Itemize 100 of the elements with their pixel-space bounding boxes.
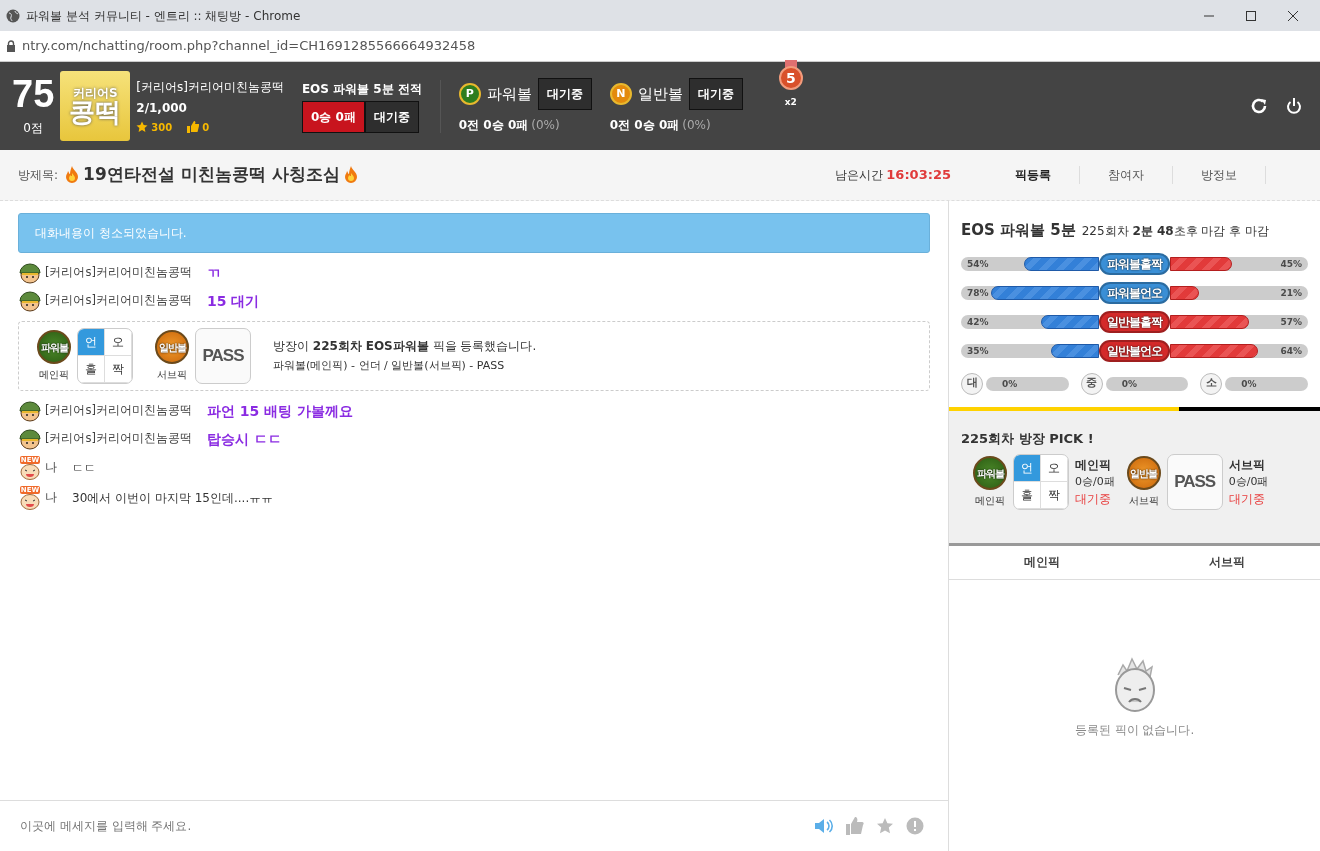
pick-option: 홀 xyxy=(1014,482,1041,509)
soldier-avatar-icon xyxy=(18,262,42,284)
thumbs-up-icon[interactable] xyxy=(846,817,864,835)
remaining-time: 16:03:25 xyxy=(886,166,951,185)
bet-type-label: 파워볼언오 xyxy=(1099,281,1170,304)
face-avatar-icon xyxy=(19,464,41,480)
medal-badge: 5 xyxy=(778,66,803,90)
bet-type-label: 파워볼홀짝 xyxy=(1099,252,1170,275)
member-count: 2/1,000 xyxy=(136,99,188,117)
face-avatar-icon xyxy=(19,494,41,510)
pick-message: 방장이 225회차 EOS파워볼 픽을 등록했습니다. xyxy=(273,338,537,356)
size-reading: 0% xyxy=(1121,377,1137,391)
user-name: [커리어s]커리어미친놈콩떡 xyxy=(45,402,192,420)
pick-label: 메인픽 xyxy=(39,368,69,382)
game-stats: 0전 0승 0패 xyxy=(458,117,529,134)
pick-panel-title: 225회차 방장 PICK ! xyxy=(961,429,1095,448)
user-name: [커리어s]커리어미친놈콩떡 xyxy=(45,430,192,448)
ball-icon: 파워볼 xyxy=(973,456,1007,490)
ratio-reading: 64% xyxy=(1280,344,1302,358)
user-name: 나 xyxy=(45,489,57,507)
p-coin-icon: P xyxy=(458,83,481,105)
bet-type-label: 일반볼언오 xyxy=(1099,339,1170,362)
status-button[interactable]: 대기중 xyxy=(537,78,592,110)
pick-status: 대기중 xyxy=(1228,491,1266,509)
ball-icon: 일반볼 xyxy=(1126,456,1161,490)
room-label: 방제목: xyxy=(18,167,59,184)
profile-logo: 커리어S 콩떡 xyxy=(60,71,131,141)
room-tab[interactable]: 방정보 xyxy=(1173,166,1266,184)
notice-banner: 대화내용이 청소되었습니다. xyxy=(18,213,930,253)
soldier-avatar-icon xyxy=(18,290,42,312)
win-rate: (0%) xyxy=(682,117,711,134)
lock-icon xyxy=(6,40,16,52)
fire-icon xyxy=(64,165,81,185)
pick-label: 서브픽 xyxy=(157,368,187,382)
score-number: 75 xyxy=(12,75,55,113)
pick-option: 짝 xyxy=(105,356,132,383)
room-tab[interactable]: 픽등록 xyxy=(987,166,1080,184)
pick-option: 오 xyxy=(1041,455,1068,482)
like-count: 0 xyxy=(202,120,210,135)
pick-option: 언 xyxy=(78,329,105,356)
win-rate: (0%) xyxy=(531,117,560,134)
ball-icon: 일반볼 xyxy=(155,330,189,364)
message-text: 파언 15 배팅 가볼께요 xyxy=(206,401,354,421)
pick-label: 메인픽 xyxy=(975,494,1005,508)
status-button[interactable]: 대기중 xyxy=(364,100,419,133)
size-reading: 0% xyxy=(1241,377,1257,391)
game-name: 일반볼 xyxy=(637,83,683,105)
user-name: 나 xyxy=(45,459,57,477)
soldier-avatar-icon xyxy=(18,400,42,422)
game-name: 파워볼 xyxy=(486,83,532,105)
round-subtitle: 225회차 2분 48초후 마감 후 마감 xyxy=(1081,223,1270,240)
pick-name: 메인픽 xyxy=(1075,456,1112,474)
size-knob: 중 xyxy=(1080,372,1103,395)
fire-icon xyxy=(342,165,359,185)
ball-icon: 파워볼 xyxy=(37,330,71,364)
pick-tab[interactable]: 서브픽 xyxy=(1134,545,1320,580)
power-icon[interactable] xyxy=(1286,97,1302,115)
ratio-reading: 42% xyxy=(967,315,989,329)
star-count: 300 xyxy=(151,120,173,135)
pick-record: 0승/0패 xyxy=(1075,473,1115,490)
user-name: [커리어s]커리어미친놈콩떡 xyxy=(136,78,284,96)
pick-tab[interactable]: 메인픽 xyxy=(949,545,1135,580)
star-icon xyxy=(136,121,149,133)
soldier-avatar-icon xyxy=(18,428,42,450)
pick-label: 서브픽 xyxy=(1128,494,1159,508)
pick-name: 서브픽 xyxy=(1228,456,1266,474)
globe-icon xyxy=(6,8,20,23)
empty-message: 등록된 픽이 없습니다. xyxy=(1074,722,1195,740)
message-text: ㄲ xyxy=(206,263,221,283)
n-coin-icon: N xyxy=(609,83,632,105)
pass-label: PASS xyxy=(202,345,244,368)
ratio-reading: 57% xyxy=(1280,315,1302,329)
pick-detail: 파워볼(메인픽) - 언더 / 일반볼(서브픽) - PASS xyxy=(273,358,506,375)
pick-option: 홀 xyxy=(78,356,105,383)
ratio-reading: 35% xyxy=(967,344,989,358)
user-name: [커리어s]커리어미친놈콩떡 xyxy=(45,292,192,310)
url-text[interactable]: ntry.com/nchatting/room.php?channel_id=CH1691285566664932458 xyxy=(22,36,476,56)
pick-record: 0승/0패 xyxy=(1228,473,1269,490)
pass-label: PASS xyxy=(1174,471,1216,494)
pick-option: 언 xyxy=(1014,455,1041,482)
message-text: 30에서 이번이 마지막 15인데....ㅠㅠ xyxy=(72,490,274,507)
record-title: EOS 파워볼 5분 전적 xyxy=(301,80,422,98)
speaker-icon[interactable] xyxy=(814,818,834,834)
ratio-reading: 21% xyxy=(1280,286,1302,300)
message-text: ㄷㄷ xyxy=(72,460,96,477)
medal-ribbon xyxy=(784,60,797,68)
ratio-reading: 54% xyxy=(967,257,989,271)
status-button[interactable]: 대기중 xyxy=(688,78,743,110)
refresh-icon[interactable] xyxy=(1250,97,1268,115)
message-text: 15 대기 xyxy=(206,291,260,311)
game-stats: 0전 0승 0패 xyxy=(609,117,680,134)
info-icon[interactable] xyxy=(906,817,924,835)
room-tab[interactable]: 참여자 xyxy=(1080,166,1173,184)
points-text: 0점 xyxy=(23,120,43,137)
star-icon[interactable] xyxy=(876,817,894,835)
panel-title: EOS 파워볼 5분 xyxy=(961,220,1076,241)
size-reading: 0% xyxy=(1002,377,1018,391)
ratio-reading: 45% xyxy=(1280,257,1302,271)
user-name: [커리어s]커리어미친놈콩떡 xyxy=(45,264,192,282)
window-title: 파워볼 분석 커뮤니티 - 엔트리 :: 채팅방 - Chrome xyxy=(26,7,302,25)
